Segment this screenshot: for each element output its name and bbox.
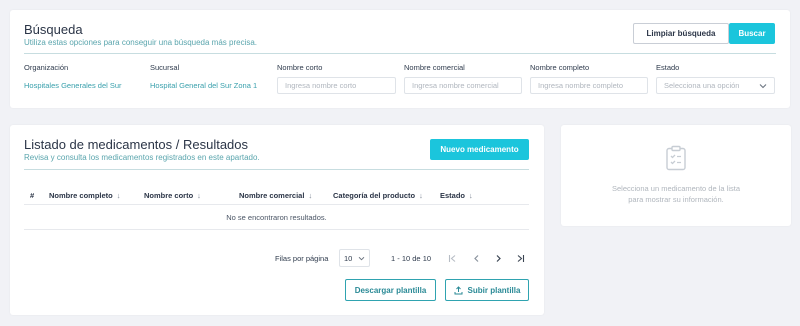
list-divider (24, 169, 529, 170)
status-label: Estado (656, 63, 680, 72)
col-commercial-name[interactable]: Nombre comercial ↓ (239, 191, 312, 200)
sort-arrow-icon[interactable]: ↓ (197, 191, 201, 200)
list-card: Listado de medicamentos / Resultados Rev… (10, 125, 544, 315)
rows-per-page-label: Filas por página (275, 254, 329, 263)
search-button[interactable]: Buscar (729, 23, 775, 44)
search-subtitle: Utiliza estas opciones para conseguir un… (24, 38, 258, 47)
short-name-label: Nombre corto (277, 63, 323, 72)
col-number: # (30, 191, 35, 200)
col-category[interactable]: Categoría del producto ↓ (333, 191, 423, 200)
last-page-icon[interactable] (516, 254, 525, 263)
upload-template-button[interactable]: Subir plantilla (445, 279, 529, 301)
detail-empty-line-2: para mostrar su información. (628, 195, 724, 204)
short-name-input[interactable]: Ingresa nombre corto (277, 77, 396, 94)
chevron-down-icon (759, 83, 767, 88)
download-template-button[interactable]: Descargar plantilla (345, 279, 436, 301)
col-full-name[interactable]: Nombre completo ↓ (49, 191, 121, 200)
commercial-name-label: Nombre comercial (404, 63, 465, 72)
chevron-down-icon (358, 256, 365, 260)
sort-arrow-icon[interactable]: ↓ (308, 191, 312, 200)
next-page-icon[interactable] (494, 254, 503, 263)
search-divider (24, 53, 776, 54)
full-name-label: Nombre completo (530, 63, 590, 72)
search-card: Búsqueda Utiliza estas opciones para con… (10, 10, 790, 108)
col-status[interactable]: Estado ↓ (440, 191, 473, 200)
commercial-name-input[interactable]: Ingresa nombre comercial (404, 77, 522, 94)
first-page-icon[interactable] (448, 254, 457, 263)
table-bottom-border (24, 229, 529, 230)
status-select-placeholder: Selecciona una opción (664, 81, 740, 90)
empty-results-message: No se encontraron resultados. (226, 213, 327, 222)
detail-empty-line-1: Selecciona un medicamento de la lista (612, 184, 740, 193)
list-title: Listado de medicamentos / Resultados (24, 137, 249, 152)
search-title: Búsqueda (24, 22, 83, 37)
clipboard-checklist-icon (666, 145, 686, 171)
sort-arrow-icon[interactable]: ↓ (117, 191, 121, 200)
status-select[interactable]: Selecciona una opción (656, 77, 775, 94)
rows-per-page-value: 10 (344, 253, 353, 263)
organization-value[interactable]: Hospitales Generales del Sur (24, 81, 122, 90)
full-name-input[interactable]: Ingresa nombre completo (530, 77, 648, 94)
clear-search-button[interactable]: Limpiar búsqueda (633, 23, 729, 44)
detail-card: Selecciona un medicamento de la lista pa… (561, 125, 791, 226)
upload-template-label: Subir plantilla (467, 285, 521, 295)
sort-arrow-icon[interactable]: ↓ (469, 191, 473, 200)
previous-page-icon[interactable] (472, 254, 481, 263)
organization-label: Organización (24, 63, 69, 72)
branch-label: Sucursal (150, 63, 180, 72)
sort-arrow-icon[interactable]: ↓ (419, 191, 423, 200)
col-short-name[interactable]: Nombre corto ↓ (144, 191, 201, 200)
upload-icon (454, 285, 463, 294)
new-medication-button[interactable]: Nuevo medicamento (430, 139, 529, 160)
branch-value[interactable]: Hospital General del Sur Zona 1 (150, 81, 257, 90)
rows-per-page-select[interactable]: 10 (339, 249, 370, 267)
list-subtitle: Revisa y consulta los medicamentos regis… (24, 153, 260, 162)
pagination-range: 1 - 10 de 10 (391, 254, 432, 263)
